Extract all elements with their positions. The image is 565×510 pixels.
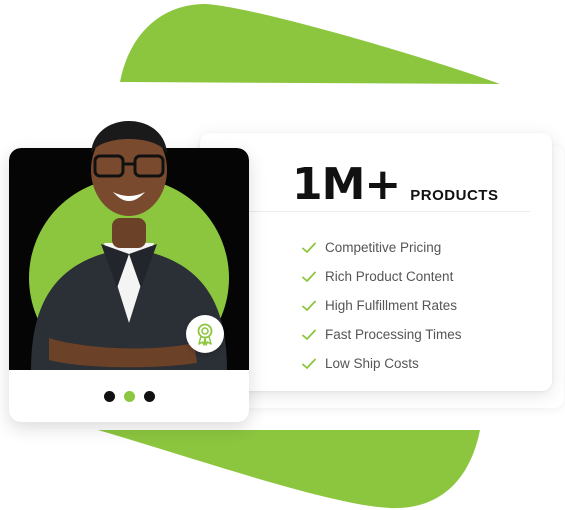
headline-number: 1M+ — [292, 159, 401, 210]
headline: 1M+ PRODUCTS — [292, 155, 498, 207]
list-item: High Fulfillment Rates — [302, 291, 462, 320]
headline-unit: PRODUCTS — [410, 187, 499, 204]
feature-label: Rich Product Content — [325, 269, 454, 284]
carousel-dot[interactable] — [143, 391, 155, 402]
check-icon — [302, 242, 316, 253]
list-item: Rich Product Content — [302, 262, 462, 291]
award-ribbon-icon — [197, 323, 213, 346]
feature-list: Competitive Pricing Rich Product Content… — [302, 233, 462, 378]
list-item: Competitive Pricing — [302, 233, 462, 262]
award-badge — [186, 315, 224, 353]
list-item: Low Ship Costs — [302, 349, 462, 378]
feature-label: High Fulfillment Rates — [325, 298, 458, 313]
feature-label: Low Ship Costs — [325, 356, 419, 371]
list-item: Fast Processing Times — [302, 320, 462, 349]
check-icon — [302, 300, 316, 311]
portrait-head-overflow — [9, 88, 249, 148]
divider — [222, 211, 530, 212]
feature-label: Fast Processing Times — [325, 327, 462, 342]
carousel-dots — [9, 391, 249, 402]
carousel-dot-active[interactable] — [123, 391, 135, 402]
check-icon — [302, 358, 316, 369]
check-icon — [302, 329, 316, 340]
products-info-card: 1M+ PRODUCTS Competitive Pricing Rich Pr… — [200, 133, 552, 391]
check-icon — [302, 271, 316, 282]
carousel-dot[interactable] — [103, 391, 115, 402]
photo-card — [9, 148, 249, 422]
feature-label: Competitive Pricing — [325, 240, 442, 255]
